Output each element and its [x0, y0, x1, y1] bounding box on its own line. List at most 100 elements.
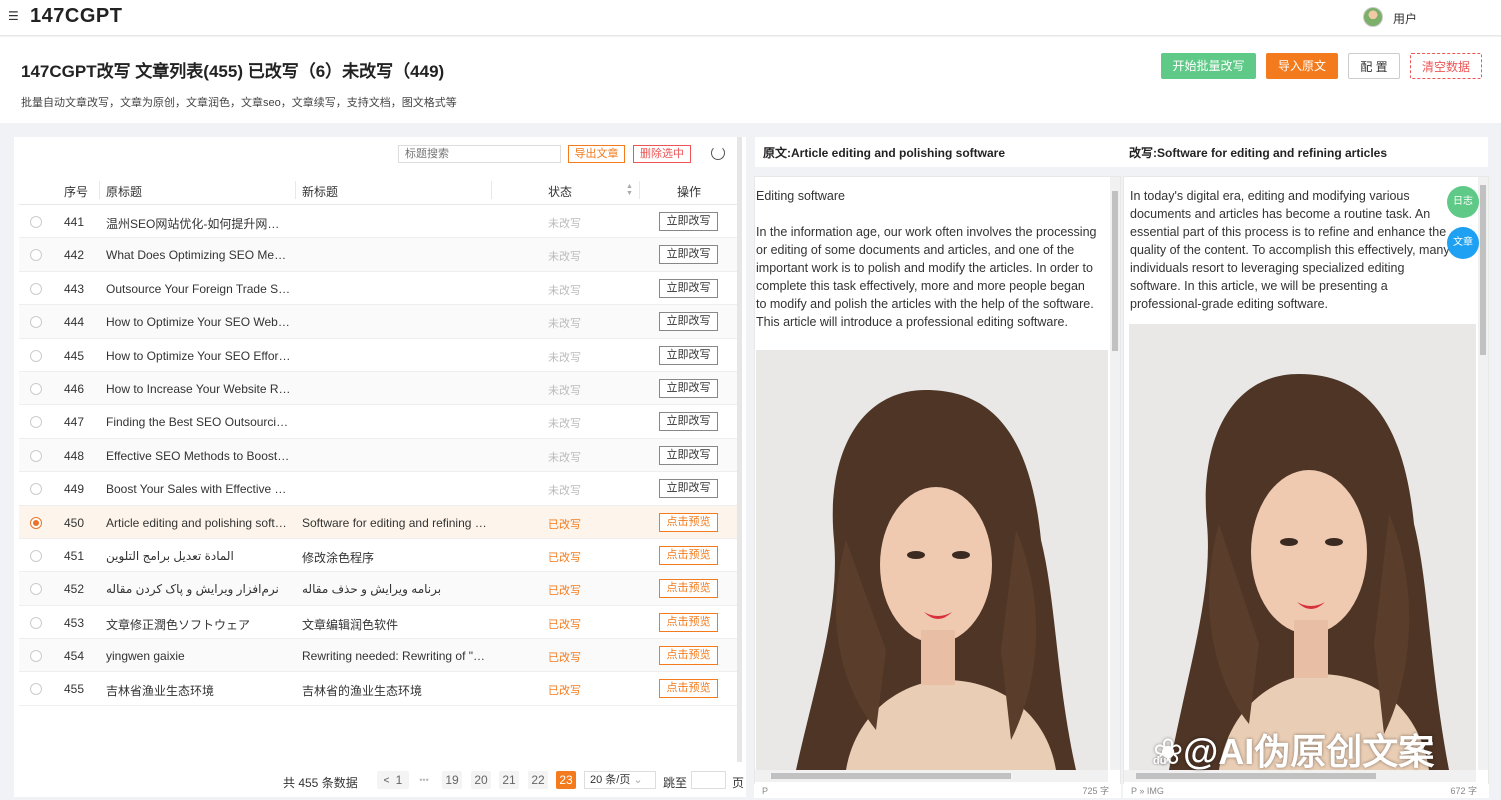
page-subtitle: 批量自动文章改写，文章为原创，文章润色，文章seo，文章续写，支持文档，图文格式…: [21, 97, 457, 109]
list-scrollbar[interactable]: [737, 137, 742, 762]
original-text[interactable]: Editing software In the information age,…: [755, 187, 1110, 331]
page-ellipsis[interactable]: •••: [414, 771, 434, 789]
user-name[interactable]: 用户: [1393, 10, 1417, 27]
original-vertical-scrollbar[interactable]: [1110, 177, 1120, 770]
row-original-title: Outsource Your Foreign Trade SEO Service…: [106, 281, 291, 296]
page-button-23[interactable]: 23: [556, 771, 576, 789]
portrait-image-graphic: [756, 350, 1108, 770]
avatar[interactable]: [1363, 7, 1383, 27]
table-row[interactable]: 449 Boost Your Sales with Effective Taoba…: [19, 472, 737, 506]
original-word-count: 725 字: [1082, 786, 1109, 796]
row-number: 451: [64, 548, 85, 563]
clear-data-button[interactable]: 清空数据: [1410, 53, 1482, 79]
column-divider[interactable]: [491, 181, 492, 199]
rewritten-text[interactable]: In today's digital era, editing and modi…: [1129, 187, 1464, 313]
config-button[interactable]: 配 置: [1348, 53, 1400, 79]
rewrite-now-button[interactable]: 立即改写: [659, 378, 718, 398]
rewrite-now-button[interactable]: 立即改写: [659, 312, 718, 332]
rewritten-status-bar: P » IMG 672 字: [1123, 784, 1489, 798]
row-original-title: 温州SEO网站优化-如何提升网站流量及排名: [106, 217, 291, 231]
table-row[interactable]: 453 文章修正潤色ソフトウェア 文章编辑润色软件 已改写 点击预览: [19, 606, 737, 640]
preview-button[interactable]: 点击预览: [659, 612, 718, 632]
row-radio[interactable]: [30, 616, 42, 629]
page-button-20[interactable]: 20: [471, 771, 491, 789]
row-radio[interactable]: [30, 549, 42, 562]
row-radio[interactable]: [30, 516, 42, 529]
row-original-title: How to Optimize Your SEO Efforts for Suc…: [106, 348, 291, 363]
table-row[interactable]: 444 How to Optimize Your SEO Website 未改写 立即…: [19, 305, 737, 339]
row-radio[interactable]: [30, 316, 42, 329]
row-radio[interactable]: [30, 449, 42, 462]
table-row[interactable]: 455 吉林省渔业生态环境 吉林省的渔业生态环境 已改写 点击预览: [19, 672, 737, 706]
preview-button[interactable]: 点击预览: [659, 679, 718, 699]
row-radio[interactable]: [30, 483, 42, 496]
title-search-input[interactable]: [398, 145, 561, 163]
row-radio[interactable]: [30, 349, 42, 362]
table-row[interactable]: 443 Outsource Your Foreign Trade SEO Serv…: [19, 272, 737, 306]
log-floating-button[interactable]: 日志: [1447, 186, 1479, 218]
sort-icon[interactable]: ▲ ▼: [626, 183, 633, 197]
page-button-22[interactable]: 22: [528, 771, 548, 789]
column-header-status[interactable]: 状态: [548, 183, 572, 200]
rewrite-now-button[interactable]: 立即改写: [659, 278, 718, 298]
preview-button[interactable]: 点击预览: [659, 545, 718, 565]
row-radio[interactable]: [30, 583, 42, 596]
table-row[interactable]: 441 温州SEO网站优化-如何提升网站流量及排名 未改写 立即改写: [19, 205, 737, 239]
portrait-image: [1129, 324, 1476, 770]
refresh-icon[interactable]: [711, 146, 725, 160]
original-horizontal-scrollbar[interactable]: [755, 770, 1108, 782]
table-row[interactable]: 442 What Does Optimizing SEO Mean? 未改写 立即改写: [19, 238, 737, 272]
export-articles-button[interactable]: 导出文章: [568, 145, 625, 163]
page-button-1[interactable]: 1: [389, 771, 409, 789]
row-number: 441: [64, 215, 85, 229]
table-row[interactable]: 452 نرم‌افزار ویرایش و پاک کردن مقاله برنا…: [19, 572, 737, 606]
table-row[interactable]: 451 المادة تعديل برامج التلوين 修改涂色程序 已改写 点击…: [19, 539, 737, 573]
preview-button[interactable]: 点击预览: [659, 512, 718, 532]
page-size-select[interactable]: 20 条/页 ⌄: [584, 771, 656, 789]
table-row[interactable]: 454 yingwen gaixie Rewriting needed: Rewri…: [19, 639, 737, 673]
preview-button[interactable]: 点击预览: [659, 579, 718, 599]
row-new-title: Rewriting needed: Rewriting of "yingwen …: [302, 649, 487, 664]
rewrite-now-button[interactable]: 立即改写: [659, 212, 718, 231]
row-radio[interactable]: [30, 282, 42, 295]
column-divider: [99, 181, 100, 199]
row-radio[interactable]: [30, 249, 42, 262]
watermark-text: @AI伪原创文案: [1183, 731, 1435, 772]
preview-button[interactable]: 点击预览: [659, 646, 718, 666]
table-row[interactable]: 447 Finding the Best SEO Outsourcing Comp…: [19, 405, 737, 439]
table-row[interactable]: 445 How to Optimize Your SEO Efforts for …: [19, 339, 737, 372]
row-new-title: Software for editing and refining articl…: [302, 515, 487, 530]
row-number: 449: [64, 482, 85, 497]
row-radio[interactable]: [30, 650, 42, 663]
menu-icon[interactable]: ☰: [8, 10, 20, 22]
table-row[interactable]: 448 Effective SEO Methods to Boost Your R…: [19, 438, 737, 473]
rewritten-editor[interactable]: In today's digital era, editing and modi…: [1123, 176, 1489, 786]
rewrite-now-button[interactable]: 立即改写: [659, 245, 718, 265]
row-original-title: Boost Your Sales with Effective Taobao S…: [106, 482, 291, 497]
jump-page-input[interactable]: [691, 771, 726, 789]
rewrite-now-button[interactable]: 立即改写: [659, 445, 718, 465]
jump-label: 跳至: [663, 776, 688, 790]
row-radio[interactable]: [30, 683, 42, 696]
row-original-title: 吉林省渔业生态环境: [106, 684, 215, 699]
table-row[interactable]: 446 How to Increase Your Website Ranking 未…: [19, 371, 737, 406]
page-button-21[interactable]: 21: [499, 771, 519, 789]
pagination-total: 共 455 条数据: [283, 776, 358, 790]
original-editor[interactable]: Editing software In the information age,…: [754, 176, 1121, 786]
column-divider: [639, 181, 640, 199]
page-header: 147CGPT改写 文章列表(455) 已改写（6）未改写（449) 批量自动文…: [0, 37, 1501, 123]
rewrite-now-button[interactable]: 立即改写: [659, 345, 718, 365]
article-floating-button[interactable]: 文章: [1447, 227, 1479, 259]
rewritten-vertical-scrollbar[interactable]: [1478, 177, 1488, 770]
row-original-title: yingwen gaixie: [106, 649, 185, 664]
page-button-19[interactable]: 19: [442, 771, 462, 789]
start-batch-rewrite-button[interactable]: 开始批量改写: [1161, 53, 1256, 79]
row-radio[interactable]: [30, 216, 42, 228]
import-original-button[interactable]: 导入原文: [1266, 53, 1338, 79]
rewrite-now-button[interactable]: 立即改写: [659, 412, 718, 432]
table-row[interactable]: 450 Article editing and polishing softwar…: [19, 505, 737, 539]
row-radio[interactable]: [30, 416, 42, 429]
rewrite-now-button[interactable]: 立即改写: [659, 479, 718, 499]
delete-selected-button[interactable]: 删除选中: [633, 145, 691, 163]
row-radio[interactable]: [30, 382, 42, 395]
